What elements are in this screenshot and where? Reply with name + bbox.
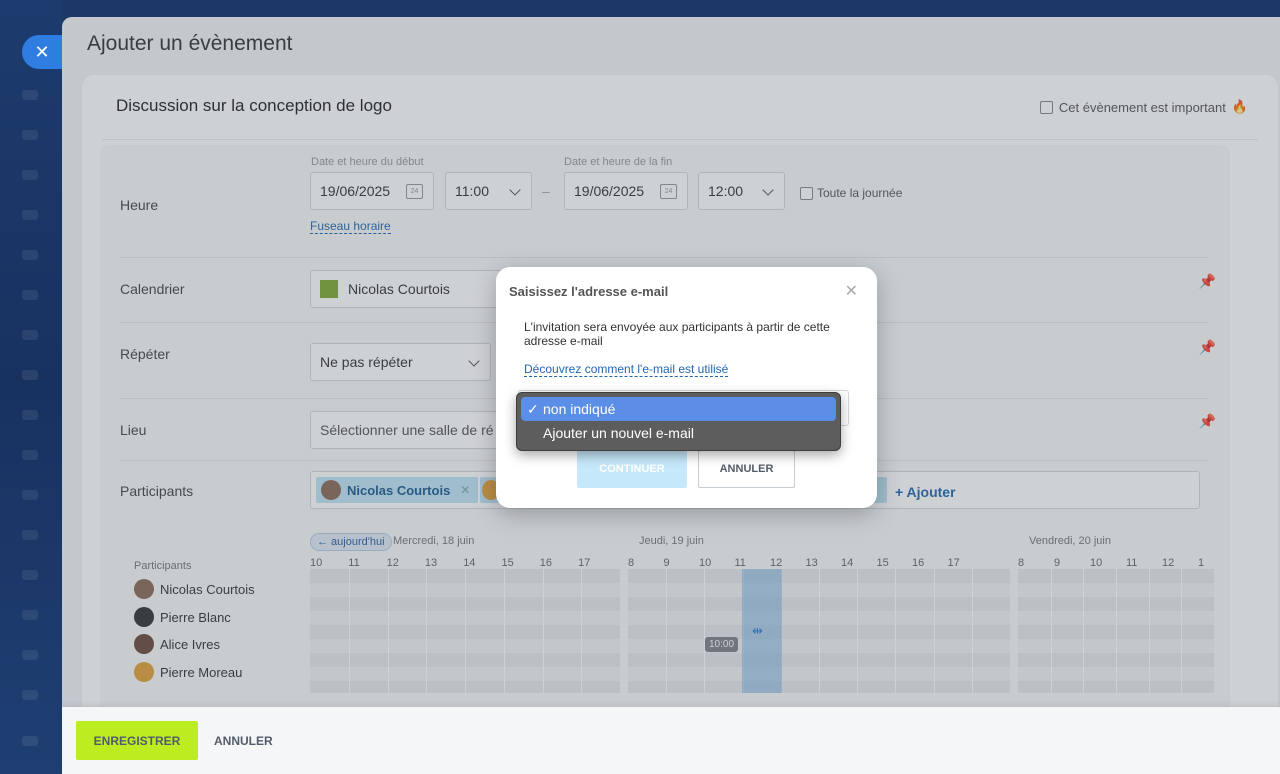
option-label: non indiqué	[543, 401, 616, 417]
cancel-button[interactable]: ANNULER	[214, 734, 273, 748]
rail-icon[interactable]	[22, 410, 38, 420]
rail-icon[interactable]	[22, 490, 38, 500]
close-icon: ✕	[34, 41, 50, 62]
rail-icon[interactable]	[22, 370, 38, 380]
email-popup: Saisissez l'adresse e-mail ✕ L'invitatio…	[496, 267, 877, 508]
rail-icon[interactable]	[22, 610, 38, 620]
checkmark-icon: ✓	[527, 400, 539, 417]
rail-icon[interactable]	[22, 170, 38, 180]
email-dropdown-list: ✓ non indiqué Ajouter un nouvel e-mail	[516, 392, 841, 451]
rail-icon[interactable]	[22, 570, 38, 580]
rail-icon[interactable]	[22, 90, 38, 100]
email-usage-link[interactable]: Découvrez comment l'e-mail est utilisé	[524, 362, 729, 377]
popup-cancel-button[interactable]: ANNULER	[698, 450, 795, 488]
rail-icon[interactable]	[22, 290, 38, 300]
rail-icon[interactable]	[22, 530, 38, 540]
save-button[interactable]: ENREGISTRER	[76, 721, 198, 760]
footer-bar: ENREGISTRER ANNULER	[62, 707, 1280, 774]
dropdown-option[interactable]: Ajouter un nouvel e-mail	[521, 421, 836, 445]
popup-description: L'invitation sera envoyée aux participan…	[524, 320, 830, 348]
rail-icon[interactable]	[22, 736, 38, 746]
continue-button[interactable]: CONTINUER	[577, 450, 687, 488]
rail-icon[interactable]	[22, 330, 38, 340]
rail-icon[interactable]	[22, 250, 38, 260]
rail-icon[interactable]	[22, 450, 38, 460]
rail-icon[interactable]	[22, 210, 38, 220]
popup-title: Saisissez l'adresse e-mail	[509, 284, 669, 299]
close-slider-button[interactable]: ✕	[22, 35, 62, 69]
left-rail	[0, 0, 62, 774]
top-bar	[62, 0, 1280, 17]
rail-icon[interactable]	[22, 650, 38, 660]
rail-icon[interactable]	[22, 690, 38, 700]
option-label: Ajouter un nouvel e-mail	[543, 425, 694, 441]
rail-icon[interactable]	[22, 130, 38, 140]
close-icon[interactable]: ✕	[845, 281, 858, 301]
dropdown-option-selected[interactable]: ✓ non indiqué	[521, 397, 836, 421]
